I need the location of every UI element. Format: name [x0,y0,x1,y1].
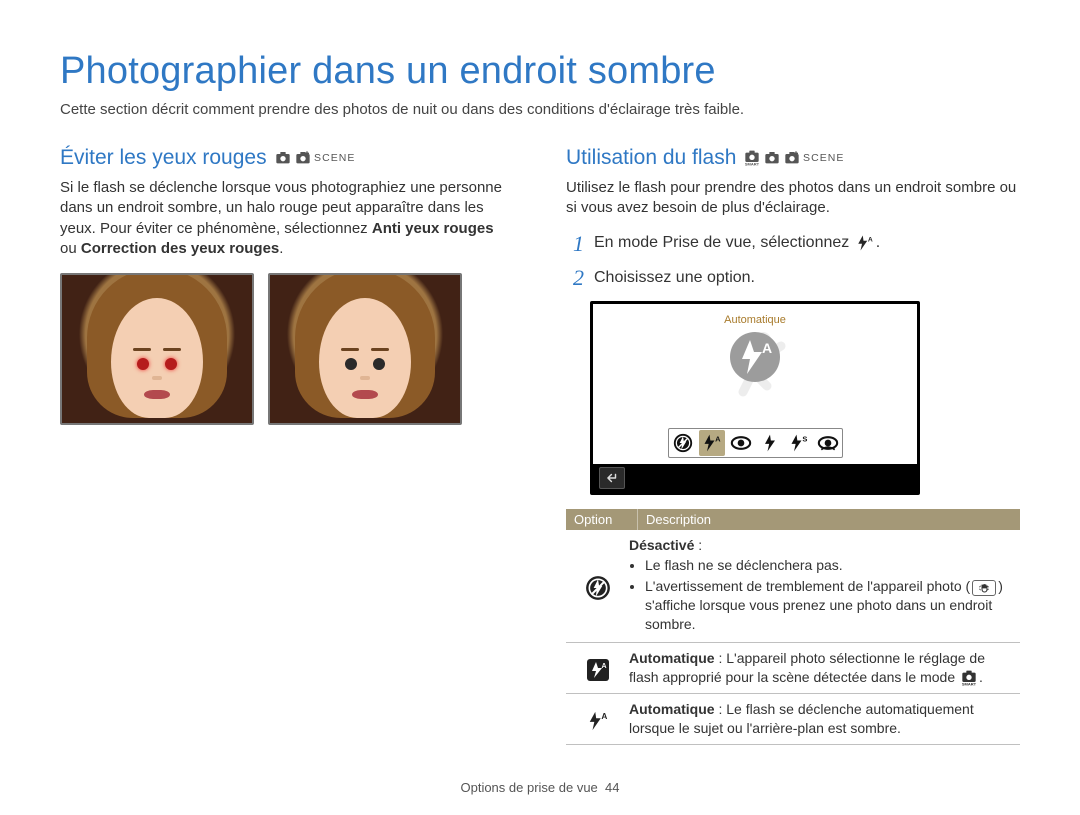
scene-label: SCENE [803,153,844,164]
column-flash: Utilisation du flash SCENE Utilisez le f… [566,146,1020,770]
heading-flash-mode-icons: SCENE [744,150,843,166]
row-auto-smart-desc: Automatique : L'appareil photo sélection… [625,649,1016,687]
flash-option-slow[interactable] [786,430,812,456]
camera-plus-icon [295,150,311,166]
table-row-auto: Automatique : Le flash se déclenche auto… [566,694,1020,745]
flash-auto-box-icon [586,658,610,682]
table-row-auto-smart: Automatique : L'appareil photo sélection… [566,643,1020,694]
table-row-off: Désactivé : Le flash ne se déclenchera p… [566,530,1020,643]
heading-flash-text: Utilisation du flash [566,146,736,170]
camera-smart-icon [744,150,760,166]
page-intro: Cette section décrit comment prendre des… [60,101,1020,118]
row-auto-desc: Automatique : Le flash se déclenche auto… [625,700,1016,738]
flash-auto-icon [587,710,609,732]
camera-shake-icon [972,580,996,596]
red-eye-paragraph: Si le flash se déclenche lorsque vous ph… [60,178,514,259]
heading-red-eye-text: Éviter les yeux rouges [60,146,267,170]
step-2-number: 2 [566,267,584,289]
step-1: 1 En mode Prise de vue, sélectionnez . [566,233,1020,255]
flash-auto-icon [856,234,874,252]
example-photos [60,273,514,425]
flash-options-table: Option Description Désactivé : Le flash … [566,509,1020,745]
flash-selection-screen: Automatique [590,301,920,495]
camera-icon [275,150,291,166]
camera-smart-icon [961,670,977,686]
flash-option-redeye-fix[interactable] [815,430,841,456]
footer-section: Options de prise de vue [460,780,597,795]
flash-auto-large-icon [730,332,780,382]
screen-flash-label: Automatique [724,314,786,326]
flash-option-off[interactable] [670,430,696,456]
row-off-icon-cell [570,571,625,601]
flash-intro-paragraph: Utilisez le flash pour prendre des photo… [566,178,1020,219]
step-1-number: 1 [566,233,584,255]
heading-flash: Utilisation du flash SCENE [566,146,1020,170]
page-footer: Options de prise de vue 44 [60,770,1020,795]
flash-option-fill[interactable] [757,430,783,456]
row-auto-icon-cell [570,706,625,732]
footer-page-number: 44 [605,780,619,795]
heading-red-eye-mode-icons: SCENE [275,150,354,166]
camera-plus-icon [784,150,800,166]
flash-option-auto[interactable] [699,430,725,456]
step-2-text: Choisissez une option. [594,269,755,287]
page-title: Photographier dans un endroit sombre [60,50,1020,93]
flash-off-icon [585,575,611,601]
th-description: Description [638,509,1020,530]
column-red-eye: Éviter les yeux rouges SCENE Si le flash… [60,146,514,770]
flash-option-row [668,428,843,458]
row-off-bullet-1: Le flash ne se déclenchera pas. [645,556,1008,575]
row-auto-smart-icon-cell [570,654,625,682]
back-button[interactable] [599,467,625,489]
heading-red-eye: Éviter les yeux rouges SCENE [60,146,514,170]
table-header: Option Description [566,509,1020,530]
photo-red-eye-before [60,273,254,425]
step-1-text: En mode Prise de vue, sélectionnez . [594,234,880,252]
step-2: 2 Choisissez une option. [566,267,1020,289]
row-off-desc: Désactivé : Le flash ne se déclenchera p… [625,536,1016,636]
th-option: Option [566,509,638,530]
flash-option-redeye[interactable] [728,430,754,456]
camera-icon [764,150,780,166]
photo-red-eye-after [268,273,462,425]
scene-label: SCENE [314,153,355,164]
row-off-bullet-2: L'avertissement de tremblement de l'appa… [645,577,1008,634]
